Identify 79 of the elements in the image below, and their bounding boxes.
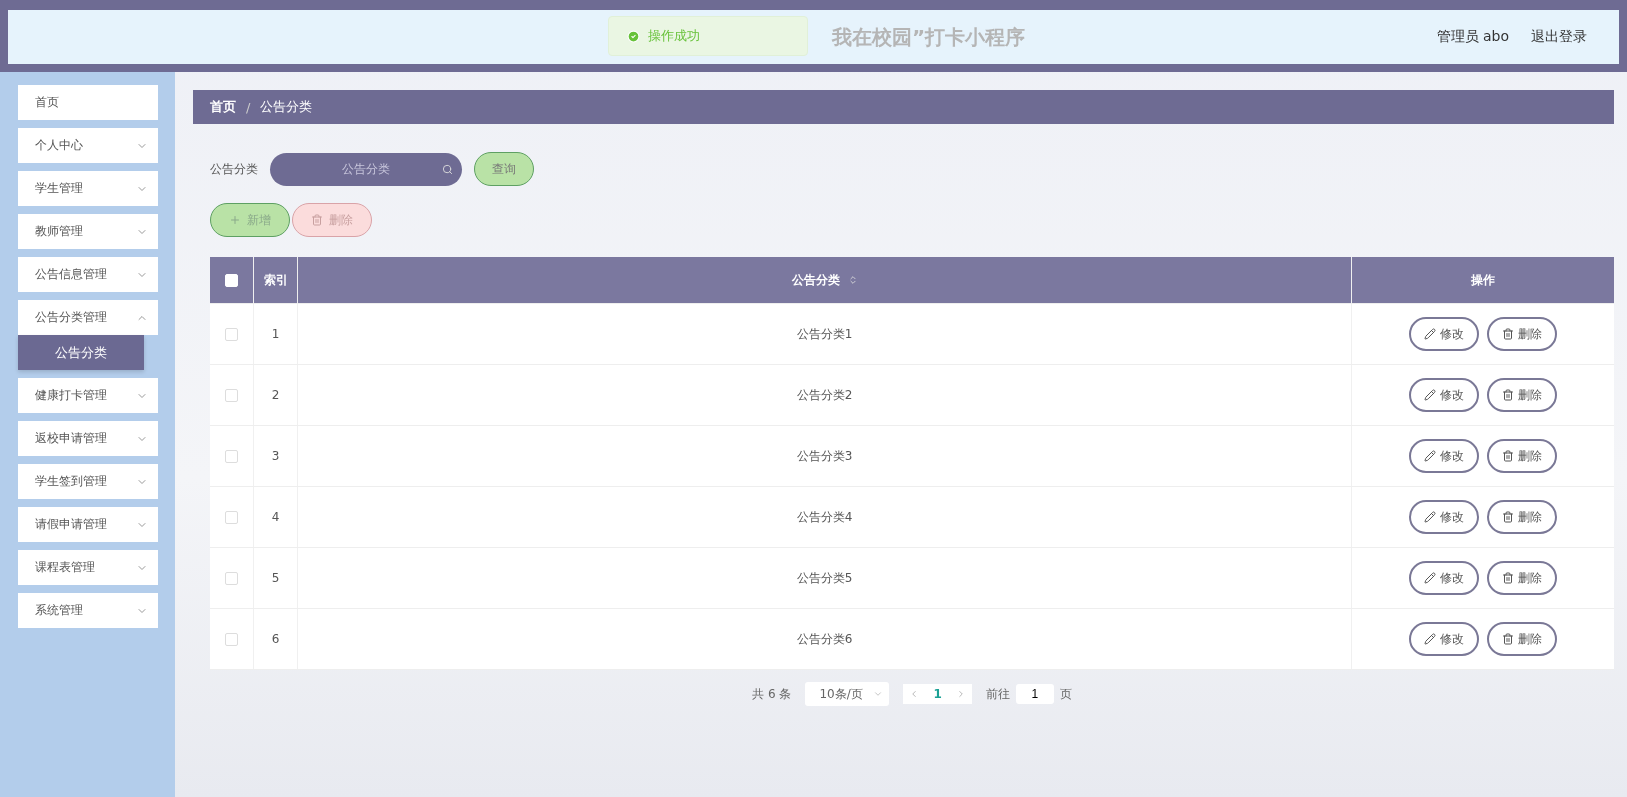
user-name: 管理员 abo <box>1436 28 1509 46</box>
column-header: 操作 <box>1470 271 1496 289</box>
row-checkbox[interactable] <box>225 632 238 646</box>
table-cell: 6 <box>254 609 298 669</box>
row-checkbox[interactable] <box>225 449 238 463</box>
trash-icon <box>1502 633 1514 645</box>
total-count: 共 6 条 <box>752 685 792 703</box>
breadcrumb-link[interactable]: 首页 <box>210 98 236 116</box>
trash-icon <box>311 214 323 226</box>
sidebar-subitem[interactable]: 公告分类 <box>18 335 144 370</box>
row-checkbox[interactable] <box>225 510 238 524</box>
sidebar-item[interactable]: 个人中心 <box>18 128 158 163</box>
sidebar-item[interactable]: 首页 <box>18 85 158 120</box>
sidebar-item[interactable]: 系统管理 <box>18 593 158 628</box>
table-cell: 3 <box>254 426 298 486</box>
table-cell: 2 <box>254 365 298 425</box>
sort-icon[interactable] <box>847 275 858 285</box>
column-header[interactable]: 公告分类 <box>791 271 840 289</box>
page-suffix: 页 <box>1059 685 1072 703</box>
table-cell: 公告分类5 <box>298 548 1352 608</box>
goto-label: 前往 <box>985 685 1010 703</box>
sidebar-item[interactable]: 返校申请管理 <box>18 421 158 456</box>
delete-button[interactable]: 删除 <box>1487 378 1557 412</box>
edit-button[interactable]: 修改 <box>1409 317 1479 351</box>
search-icon <box>442 163 453 175</box>
success-icon <box>627 29 640 43</box>
sidebar-item[interactable]: 学生管理 <box>18 171 158 206</box>
sidebar-item[interactable]: 公告分类管理 <box>18 300 158 335</box>
table-cell: 公告分类3 <box>298 426 1352 486</box>
toast-text: 操作成功 <box>648 27 700 45</box>
sidebar-item[interactable]: 健康打卡管理 <box>18 378 158 413</box>
breadcrumb-separator: / <box>246 99 251 115</box>
trash-icon <box>1502 450 1514 462</box>
row-checkbox[interactable] <box>225 571 238 585</box>
delete-button[interactable]: 删除 <box>1487 561 1557 595</box>
plus-icon <box>229 214 241 226</box>
table-cell: 公告分类2 <box>298 365 1352 425</box>
edit-button[interactable]: 修改 <box>1409 500 1479 534</box>
delete-button[interactable]: 删除 <box>1487 439 1557 473</box>
sidebar-item[interactable]: 学生签到管理 <box>18 464 158 499</box>
sidebar-item[interactable]: 请假申请管理 <box>18 507 158 542</box>
table-cell: 公告分类6 <box>298 609 1352 669</box>
table-cell: 5 <box>254 548 298 608</box>
chevron-icon <box>873 689 884 699</box>
sidebar-item[interactable]: 教师管理 <box>18 214 158 249</box>
pencil-icon <box>1424 328 1436 340</box>
table-cell: 4 <box>254 487 298 547</box>
search-field[interactable]: 公告分类 <box>270 152 462 186</box>
table-cell: 公告分类1 <box>298 304 1352 364</box>
pencil-icon <box>1424 389 1436 401</box>
trash-icon <box>1502 389 1514 401</box>
app-title: 我在校园”打卡小程序 <box>831 23 1026 51</box>
edit-button[interactable]: 修改 <box>1409 378 1479 412</box>
edit-button[interactable]: 修改 <box>1409 622 1479 656</box>
column-header: 索引 <box>254 257 298 303</box>
pencil-icon <box>1424 572 1436 584</box>
logout-link[interactable]: 退出登录 <box>1531 28 1587 46</box>
select-all-checkbox[interactable] <box>225 273 238 287</box>
trash-icon <box>1502 328 1514 340</box>
table-cell: 公告分类4 <box>298 487 1352 547</box>
pencil-icon <box>1424 450 1436 462</box>
goto-page-field[interactable]: 1 <box>1015 684 1054 704</box>
breadcrumb-link[interactable]: 公告分类 <box>260 98 313 116</box>
row-checkbox[interactable] <box>225 327 238 341</box>
edit-button[interactable]: 修改 <box>1409 561 1479 595</box>
sidebar-item[interactable]: 公告信息管理 <box>18 257 158 292</box>
search-label: 公告分类 <box>210 160 258 178</box>
pencil-icon <box>1424 633 1436 645</box>
table-cell: 1 <box>254 304 298 364</box>
delete-button[interactable]: 删除 <box>1487 622 1557 656</box>
trash-icon <box>1502 511 1514 523</box>
edit-button[interactable]: 修改 <box>1409 439 1479 473</box>
row-checkbox[interactable] <box>225 388 238 402</box>
delete-button[interactable]: 删除 <box>1487 500 1557 534</box>
trash-icon <box>1502 572 1514 584</box>
pencil-icon <box>1424 511 1436 523</box>
page-size-select[interactable]: 10条/页 <box>805 682 890 706</box>
sidebar-item[interactable]: 课程表管理 <box>18 550 158 585</box>
delete-button[interactable]: 删除 <box>1487 317 1557 351</box>
